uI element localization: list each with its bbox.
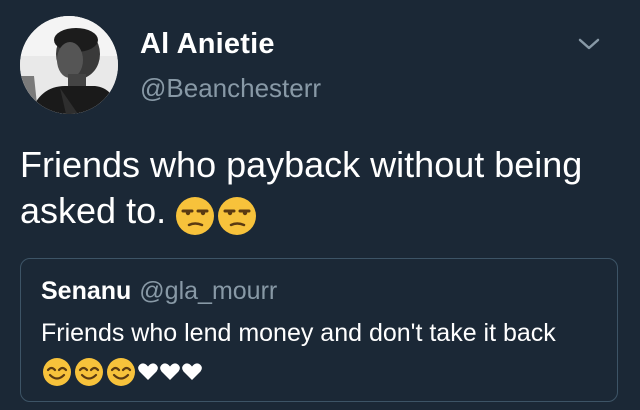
tweet-card: Al Anietie @Beanchesterr Friends who pay… [0, 0, 640, 410]
tweet-text: Friends who payback without being asked … [20, 144, 583, 231]
profile-photo [20, 16, 118, 114]
white-heart-icon [159, 362, 181, 387]
white-heart-icon [181, 362, 203, 387]
quoted-tweet[interactable]: Senanu @gla_mourr Friends who lend money … [20, 258, 618, 402]
unamused-face-icon [216, 195, 258, 248]
avatar[interactable] [20, 16, 118, 114]
quoted-tweet-emojis [41, 357, 203, 387]
chevron-down-icon[interactable] [576, 34, 602, 54]
smiling-eyes-face-icon [73, 357, 105, 392]
author-handle[interactable]: @Beanchesterr [140, 73, 321, 104]
quoted-author-name[interactable]: Senanu [41, 277, 131, 305]
author-display-name[interactable]: Al Anietie [140, 28, 275, 61]
tweet-text-container: Friends who payback without being asked … [20, 142, 620, 248]
unamused-face-icon [174, 195, 216, 248]
smiling-eyes-face-icon [41, 357, 73, 392]
white-heart-icon [137, 362, 159, 387]
tweet-emojis [174, 195, 258, 248]
quoted-author-handle[interactable]: @gla_mourr [139, 277, 277, 305]
quoted-tweet-text: Friends who lend money and don't take it… [41, 319, 556, 347]
smiling-eyes-face-icon [105, 357, 137, 392]
quoted-tweet-header: Senanu @gla_mourr [41, 277, 277, 306]
